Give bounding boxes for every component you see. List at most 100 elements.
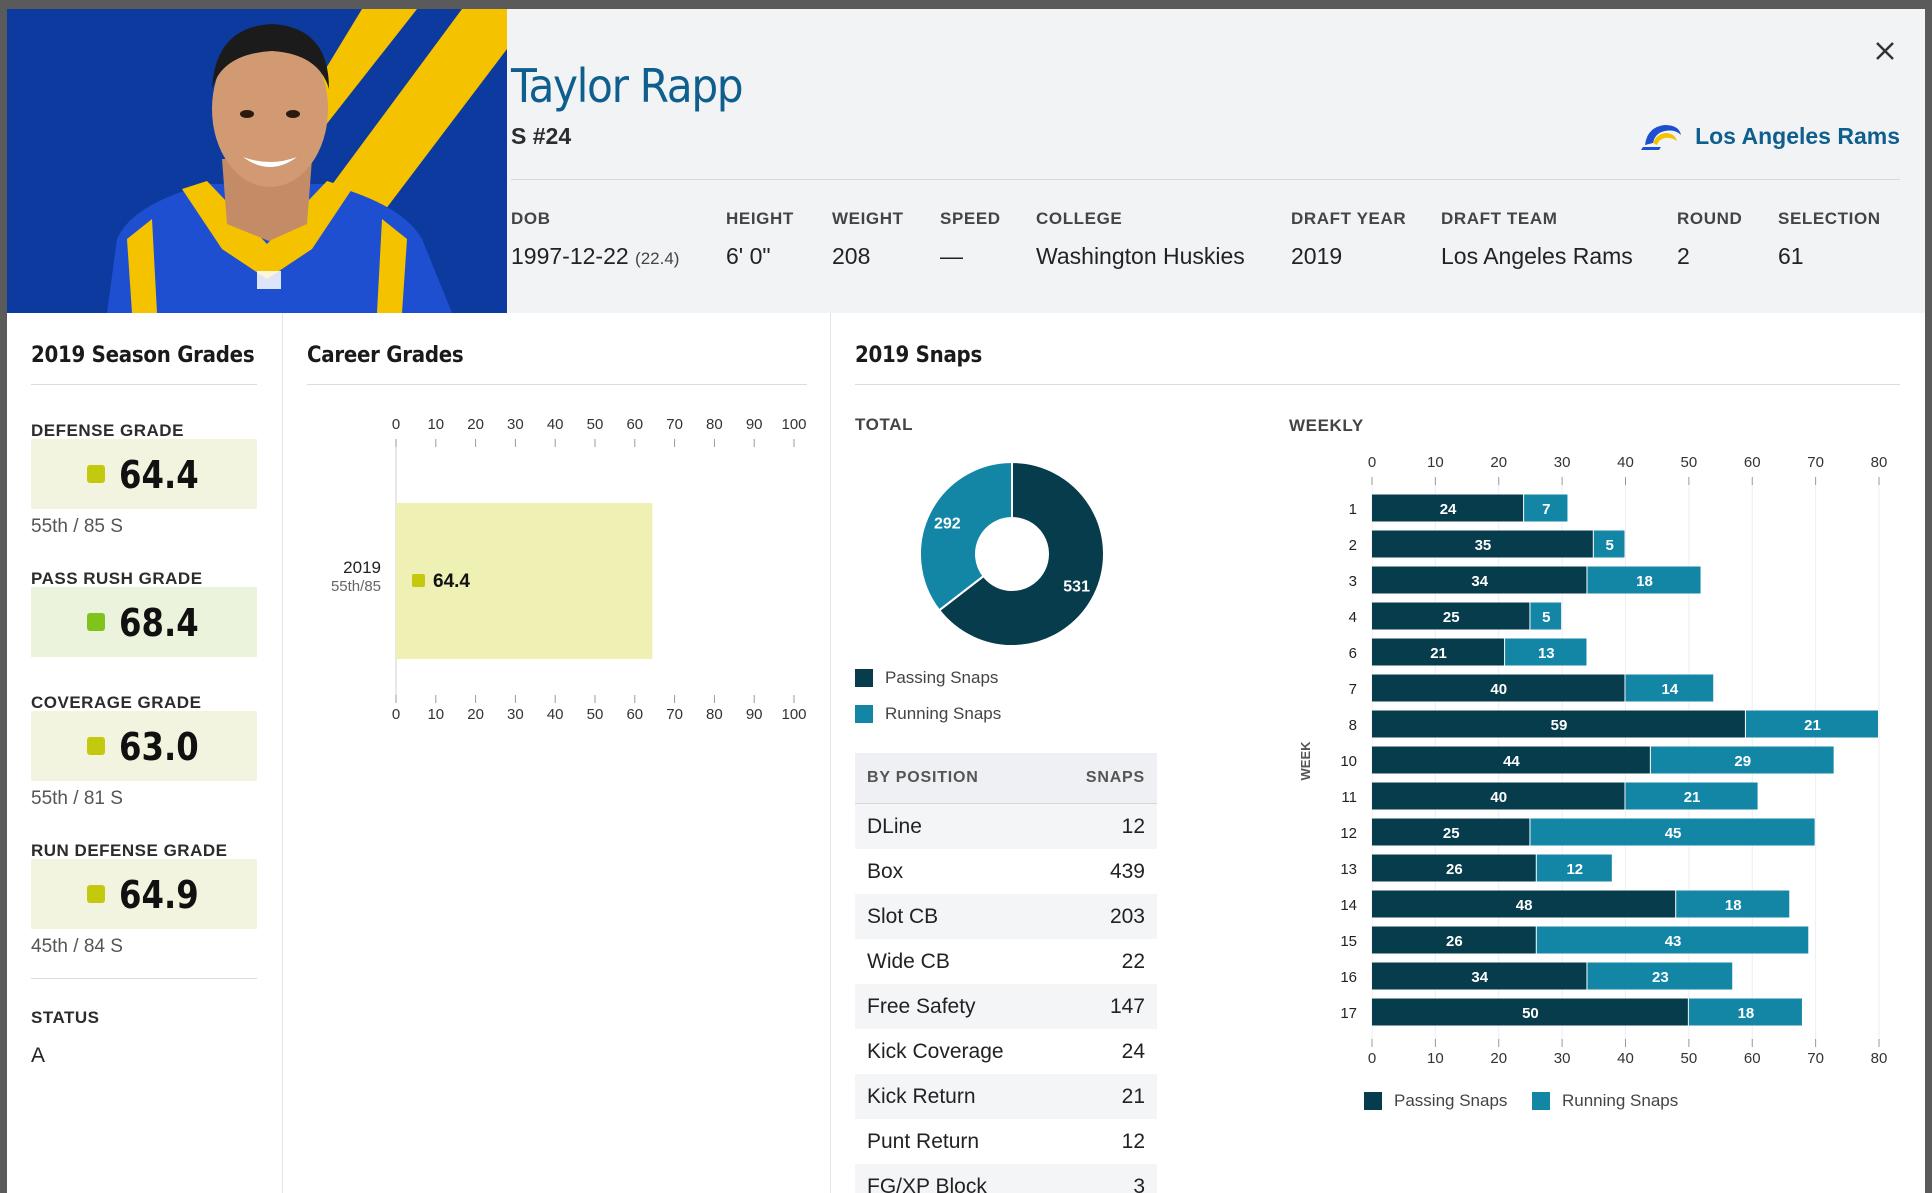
rams-logo-icon <box>1641 125 1682 150</box>
page: Taylor Rapp S #24 Los Angeles Rams DOB 1… <box>0 0 1932 1193</box>
position-snaps: 12 <box>1121 1129 1145 1153</box>
x-tick-label-bottom: 0 <box>392 706 400 723</box>
weekly-bar-label: 21 <box>1430 645 1447 662</box>
career-year-label: 2019 <box>343 558 381 577</box>
position-name: Kick Return <box>867 1084 976 1108</box>
weekly-snaps-chart: 0010102020303040405050606070708080WEEK1 2… <box>1298 454 1888 1067</box>
weekly-bar-label: 44 <box>1503 753 1520 770</box>
weekly-bar-label: 13 <box>1538 645 1555 662</box>
fact-value: — <box>940 243 963 269</box>
table-row: Wide CB 22 <box>855 939 1157 984</box>
career-grades-chart: 0 0 10 10 20 20 30 30 40 40 50 50 60 60 70 70 80 80 90 90 10… <box>331 416 807 723</box>
x-tick-label-top: 90 <box>746 416 763 433</box>
legend-label: Running Snaps <box>885 704 1002 723</box>
x-tick-label-top: 60 <box>626 416 643 433</box>
x-tick-label-bottom: 70 <box>666 706 683 723</box>
x-tick-label-bottom: 80 <box>706 706 723 723</box>
season-grades-title: 2019 Season Grades <box>31 343 255 368</box>
x-tick-label-bottom: 60 <box>1744 1050 1761 1067</box>
week-label: 14 <box>1340 897 1357 914</box>
fact-value: Los Angeles Rams <box>1441 243 1633 269</box>
week-label: 8 <box>1349 717 1357 734</box>
x-tick-label-bottom: 70 <box>1807 1050 1824 1067</box>
weekly-bar-label: 34 <box>1471 969 1488 986</box>
weekly-bar-label: 21 <box>1804 717 1821 734</box>
pass-rush-grade-box: 68.4 <box>31 587 257 657</box>
x-tick-label-bottom: 20 <box>1490 1050 1507 1067</box>
position-snaps: 21 <box>1121 1084 1145 1108</box>
weekly-bar-label: 59 <box>1551 717 1568 734</box>
snaps-title: 2019 Snaps <box>855 343 982 368</box>
table-header: BY POSITION SNAPS <box>855 753 1157 804</box>
weekly-bar-label: 7 <box>1542 501 1550 518</box>
fact-value: 1997-12-22 (22.4) <box>511 243 679 270</box>
fact-dob: DOB 1997-12-22 (22.4) <box>511 209 679 270</box>
pass-rush-grade-value: 68.4 <box>119 601 199 645</box>
fact-height: HEIGHT 6' 0" <box>726 209 794 270</box>
fact-draft-team: DRAFT TEAM Los Angeles Rams <box>1441 209 1633 270</box>
week-label: 7 <box>1349 681 1357 698</box>
defense-grade-box: 64.4 <box>31 439 257 509</box>
weekly-bar-label: 23 <box>1652 969 1669 986</box>
header-position[interactable]: BY POSITION <box>867 769 979 787</box>
coverage-grade-label: COVERAGE GRADE <box>31 693 202 712</box>
x-tick-label-top: 40 <box>547 416 564 433</box>
weekly-bar-label: 24 <box>1440 501 1457 518</box>
coverage-grade-box: 63.0 <box>31 711 257 781</box>
age-value: (22.4) <box>635 249 680 268</box>
week-label: 16 <box>1340 969 1357 986</box>
position-snaps: 203 <box>1109 904 1145 928</box>
fact-label: DRAFT YEAR <box>1291 209 1407 228</box>
x-tick-label-bottom: 10 <box>1427 1050 1444 1067</box>
x-tick-label-top: 100 <box>781 416 806 433</box>
weekly-bar-label: 43 <box>1665 933 1682 950</box>
donut-slice-label: 292 <box>934 515 961 532</box>
week-label: 17 <box>1340 1005 1357 1022</box>
x-tick-label-top: 30 <box>507 416 524 433</box>
fact-label: ROUND <box>1677 209 1743 228</box>
header-snaps[interactable]: SNAPS <box>1086 769 1145 787</box>
section-rule <box>31 978 257 979</box>
total-label: TOTAL <box>855 415 914 434</box>
position-name: Free Safety <box>867 994 976 1018</box>
x-tick-label-top: 0 <box>392 416 400 433</box>
x-tick-label-bottom: 10 <box>427 706 444 723</box>
x-tick-label-top: 80 <box>1871 454 1888 471</box>
run-defense-grade-value: 64.9 <box>119 873 199 917</box>
total-snaps-donut-chart: 531 292 <box>919 460 1105 647</box>
legend-running: Running Snaps <box>855 704 1001 724</box>
fact-value: Washington Huskies <box>1036 243 1245 269</box>
week-label: 4 <box>1349 609 1357 626</box>
y-axis-label: WEEK <box>1298 741 1313 781</box>
weekly-bar-label: 18 <box>1636 573 1653 590</box>
fact-label: WEIGHT <box>832 209 904 228</box>
fact-selection: SELECTION 61 <box>1778 209 1881 270</box>
legend-swatch <box>1364 1092 1382 1110</box>
x-tick-label-top: 50 <box>1681 454 1698 471</box>
fact-value: 2019 <box>1291 243 1343 269</box>
defense-grade-rank: 55th / 85 S <box>31 516 123 537</box>
legend-swatch <box>855 669 873 687</box>
weekly-bar-label: 40 <box>1490 681 1507 698</box>
player-modal: Taylor Rapp S #24 Los Angeles Rams DOB 1… <box>7 9 1925 1193</box>
fact-label: HEIGHT <box>726 209 794 228</box>
week-label: 1 <box>1349 501 1357 518</box>
position-snaps: 439 <box>1109 859 1145 883</box>
team-name: Los Angeles Rams <box>1695 122 1900 149</box>
team-link[interactable]: Los Angeles Rams <box>1641 121 1900 151</box>
grade-color-indicator <box>87 885 105 903</box>
section-rule <box>31 384 257 385</box>
fact-value: 6' 0" <box>726 243 771 269</box>
weekly-bar-label: 5 <box>1542 609 1550 626</box>
close-icon[interactable] <box>1867 33 1903 69</box>
weekly-legend-running: Running Snaps <box>1532 1091 1678 1111</box>
x-tick-label-top: 70 <box>1807 454 1824 471</box>
career-grades-title: Career Grades <box>307 343 464 368</box>
table-body: DLine 12 Box 439 Slot CB 203 Wide CB 22 Free Saf… <box>855 804 1157 1193</box>
table-row: DLine 12 <box>855 804 1157 849</box>
fact-draft-year: DRAFT YEAR 2019 <box>1291 209 1406 270</box>
position-name: Slot CB <box>867 904 939 928</box>
x-tick-label-bottom: 60 <box>626 706 643 723</box>
table-row: FG/XP Block 3 <box>855 1164 1157 1193</box>
week-label: 10 <box>1340 753 1357 770</box>
